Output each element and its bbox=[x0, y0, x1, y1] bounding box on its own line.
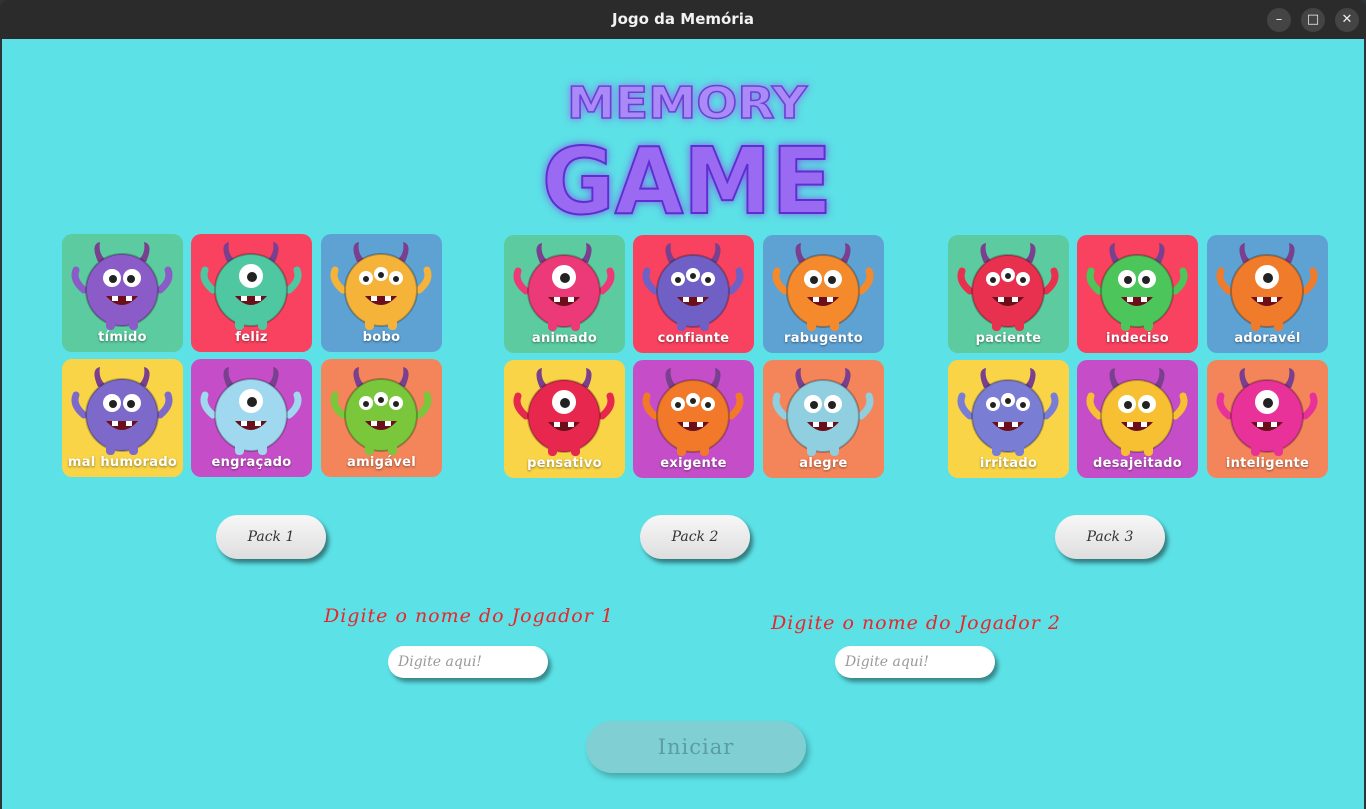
monster-card: engraçado bbox=[191, 359, 312, 477]
monster-card: confiante bbox=[633, 235, 754, 353]
monster-card: rabugento bbox=[763, 235, 884, 353]
window-title: Jogo da Memória bbox=[612, 10, 754, 28]
monster-card-label: desajeitado bbox=[1093, 456, 1182, 471]
monster-card: irritado bbox=[948, 360, 1069, 478]
minimize-icon[interactable]: – bbox=[1267, 8, 1291, 32]
player-1-name-input[interactable] bbox=[388, 646, 548, 678]
monster-card-label: mal humorado bbox=[67, 455, 178, 470]
monster-card: exigente bbox=[633, 360, 754, 478]
monster-card-label: rabugento bbox=[784, 331, 863, 346]
monster-card: inteligente bbox=[1207, 360, 1328, 478]
svg-text:GAME: GAME bbox=[542, 128, 832, 223]
close-icon[interactable]: ✕ bbox=[1335, 8, 1359, 32]
game-window: MEMORY GAME tímido feliz bobo mal humorado e… bbox=[2, 39, 1364, 809]
memory-game-logo: MEMORY GAME bbox=[541, 77, 833, 223]
monster-card-label: confiante bbox=[657, 331, 730, 346]
monster-card: animado bbox=[504, 235, 625, 353]
monster-card-label: exigente bbox=[660, 456, 727, 471]
monster-card-label: paciente bbox=[975, 331, 1042, 346]
monster-card-label: amigável bbox=[347, 455, 416, 470]
pack-3-button[interactable]: Pack 3 bbox=[1055, 515, 1165, 559]
monster-card-label: pensativo bbox=[527, 456, 602, 471]
monster-card: amigável bbox=[321, 359, 442, 477]
monster-card-label: adoravél bbox=[1234, 331, 1301, 346]
monster-card: bobo bbox=[321, 234, 442, 352]
maximize-icon[interactable]: □ bbox=[1301, 8, 1325, 32]
monster-card: pensativo bbox=[504, 360, 625, 478]
monster-card: paciente bbox=[948, 235, 1069, 353]
player-2-name-input[interactable] bbox=[835, 646, 995, 678]
start-button[interactable]: Iniciar bbox=[586, 721, 806, 773]
monster-card-label: bobo bbox=[362, 330, 401, 345]
player-1-prompt: Digite o nome do Jogador 1 bbox=[324, 605, 614, 627]
monster-card: indeciso bbox=[1077, 235, 1198, 353]
monster-card-label: animado bbox=[531, 331, 598, 346]
monster-card-label: alegre bbox=[799, 456, 848, 471]
monster-card-label: tímido bbox=[98, 330, 147, 345]
monster-card: desajeitado bbox=[1077, 360, 1198, 478]
monster-card: mal humorado bbox=[62, 359, 183, 477]
monster-card-label: indeciso bbox=[1105, 331, 1170, 346]
monster-card: alegre bbox=[763, 360, 884, 478]
monster-card: tímido bbox=[62, 234, 183, 352]
monster-card-label: inteligente bbox=[1225, 456, 1310, 471]
window-titlebar[interactable]: Jogo da Memória – □ ✕ bbox=[0, 0, 1366, 39]
monster-card-label: engraçado bbox=[211, 455, 292, 470]
pack-2-button[interactable]: Pack 2 bbox=[640, 515, 750, 559]
pack-1-button[interactable]: Pack 1 bbox=[216, 515, 326, 559]
player-2-prompt: Digite o nome do Jogador 2 bbox=[771, 612, 1061, 634]
monster-card-label: irritado bbox=[979, 456, 1038, 471]
monster-card-label: feliz bbox=[235, 330, 268, 345]
monster-card: adoravél bbox=[1207, 235, 1328, 353]
monster-card: feliz bbox=[191, 234, 312, 352]
svg-text:MEMORY: MEMORY bbox=[567, 78, 808, 129]
